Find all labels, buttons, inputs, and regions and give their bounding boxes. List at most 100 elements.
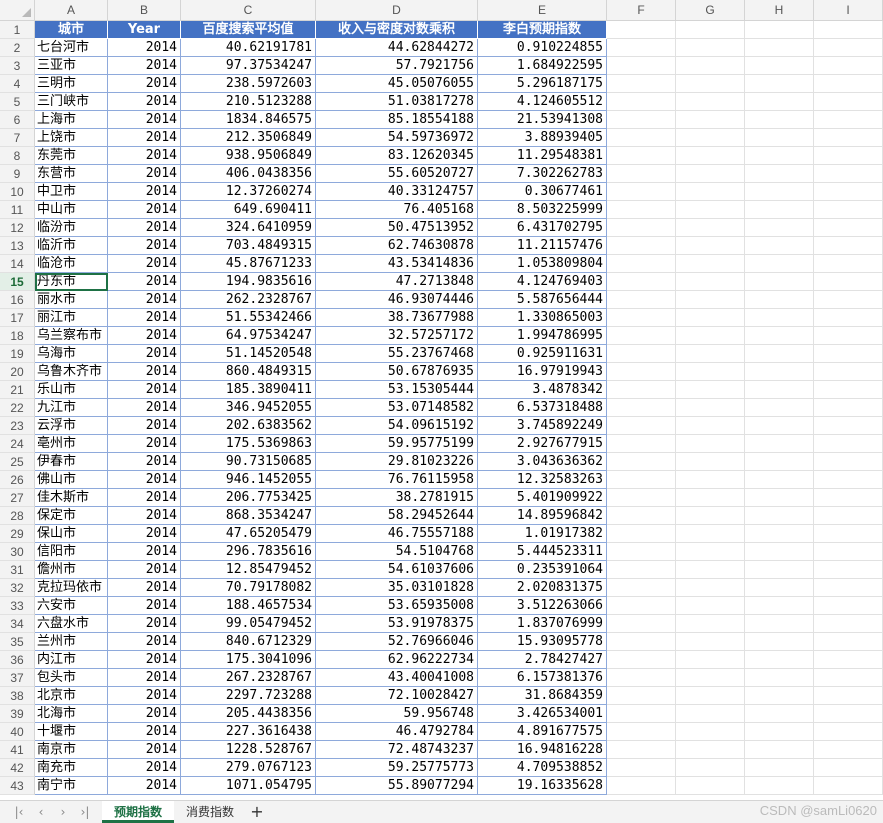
empty-cell[interactable] <box>814 489 883 507</box>
empty-cell[interactable] <box>607 561 676 579</box>
table-cell[interactable]: 185.3890411 <box>181 381 316 399</box>
table-cell[interactable]: 938.9506849 <box>181 147 316 165</box>
empty-cell[interactable] <box>745 705 814 723</box>
empty-cell[interactable] <box>745 561 814 579</box>
table-cell[interactable]: 2014 <box>108 489 181 507</box>
table-cell[interactable]: 175.5369863 <box>181 435 316 453</box>
empty-cell[interactable] <box>607 201 676 219</box>
table-cell[interactable]: 2014 <box>108 93 181 111</box>
empty-cell[interactable] <box>745 57 814 75</box>
table-cell[interactable]: 2014 <box>108 471 181 489</box>
table-cell[interactable]: 51.14520548 <box>181 345 316 363</box>
table-cell[interactable]: 15.93095778 <box>478 633 607 651</box>
table-cell[interactable]: 2014 <box>108 237 181 255</box>
column-header-f[interactable]: F <box>607 0 676 21</box>
empty-cell[interactable] <box>676 57 745 75</box>
empty-cell[interactable] <box>676 183 745 201</box>
empty-cell[interactable] <box>676 651 745 669</box>
table-cell[interactable]: 2014 <box>108 381 181 399</box>
table-cell[interactable]: 1.684922595 <box>478 57 607 75</box>
empty-cell[interactable] <box>607 345 676 363</box>
empty-cell[interactable] <box>676 759 745 777</box>
table-cell[interactable]: 46.75557188 <box>316 525 478 543</box>
empty-cell[interactable] <box>745 93 814 111</box>
empty-cell[interactable] <box>676 201 745 219</box>
empty-cell[interactable] <box>676 615 745 633</box>
empty-cell[interactable] <box>745 633 814 651</box>
row-number[interactable]: 18 <box>0 327 35 345</box>
empty-cell[interactable] <box>814 777 883 795</box>
table-cell[interactable]: 佳木斯市 <box>35 489 108 507</box>
empty-cell[interactable] <box>607 381 676 399</box>
table-cell[interactable]: 72.10028427 <box>316 687 478 705</box>
table-cell[interactable]: 东营市 <box>35 165 108 183</box>
table-cell[interactable]: 205.4438356 <box>181 705 316 723</box>
column-header-b[interactable]: B <box>108 0 181 21</box>
table-cell[interactable]: 云浮市 <box>35 417 108 435</box>
empty-cell[interactable] <box>745 363 814 381</box>
table-cell[interactable]: 83.12620345 <box>316 147 478 165</box>
empty-cell[interactable] <box>607 57 676 75</box>
table-cell[interactable]: 2014 <box>108 525 181 543</box>
empty-cell[interactable] <box>607 687 676 705</box>
table-cell[interactable]: 丹东市 <box>35 273 108 291</box>
empty-cell[interactable] <box>814 219 883 237</box>
table-cell[interactable]: 北海市 <box>35 705 108 723</box>
table-cell[interactable]: 亳州市 <box>35 435 108 453</box>
empty-cell[interactable] <box>676 417 745 435</box>
table-cell[interactable]: 53.65935008 <box>316 597 478 615</box>
empty-cell[interactable] <box>607 39 676 57</box>
table-cell[interactable]: 乌海市 <box>35 345 108 363</box>
row-number[interactable]: 42 <box>0 759 35 777</box>
empty-cell[interactable] <box>676 543 745 561</box>
empty-cell[interactable] <box>814 255 883 273</box>
spreadsheet-grid[interactable]: A B C D E F G H I 1 城市 Year 百度搜索平均值 收入与密度对数乘积 李白预期指数 2 七… <box>0 0 883 800</box>
table-cell[interactable]: 4.891677575 <box>478 723 607 741</box>
empty-cell[interactable] <box>607 291 676 309</box>
table-cell[interactable]: 2014 <box>108 399 181 417</box>
empty-cell[interactable] <box>814 147 883 165</box>
table-cell[interactable]: 868.3534247 <box>181 507 316 525</box>
table-cell[interactable]: 2.78427427 <box>478 651 607 669</box>
empty-cell[interactable] <box>745 759 814 777</box>
table-cell[interactable]: 中山市 <box>35 201 108 219</box>
empty-cell[interactable] <box>814 183 883 201</box>
table-cell[interactable]: 5.401909922 <box>478 489 607 507</box>
empty-cell[interactable] <box>607 399 676 417</box>
empty-cell[interactable] <box>814 57 883 75</box>
table-cell[interactable]: 40.33124757 <box>316 183 478 201</box>
empty-cell[interactable] <box>745 615 814 633</box>
empty-cell[interactable] <box>814 651 883 669</box>
table-cell[interactable]: 62.96222734 <box>316 651 478 669</box>
row-number[interactable]: 41 <box>0 741 35 759</box>
row-number[interactable]: 20 <box>0 363 35 381</box>
row-number[interactable]: 38 <box>0 687 35 705</box>
row-number[interactable]: 37 <box>0 669 35 687</box>
table-cell[interactable]: 7.302262783 <box>478 165 607 183</box>
row-number[interactable]: 26 <box>0 471 35 489</box>
table-cell[interactable]: 72.48743237 <box>316 741 478 759</box>
table-cell[interactable]: 54.59736972 <box>316 129 478 147</box>
table-cell[interactable]: 90.73150685 <box>181 453 316 471</box>
table-header-cell[interactable]: 收入与密度对数乘积 <box>316 21 478 39</box>
table-cell[interactable]: 南宁市 <box>35 777 108 795</box>
table-cell[interactable]: 2014 <box>108 291 181 309</box>
table-cell[interactable]: 50.67876935 <box>316 363 478 381</box>
row-number[interactable]: 14 <box>0 255 35 273</box>
empty-cell[interactable] <box>745 327 814 345</box>
empty-cell[interactable] <box>607 93 676 111</box>
empty-cell[interactable] <box>607 489 676 507</box>
table-cell[interactable]: 76.76115958 <box>316 471 478 489</box>
empty-cell[interactable] <box>745 75 814 93</box>
table-cell[interactable]: 2014 <box>108 111 181 129</box>
table-cell[interactable]: 188.4657534 <box>181 597 316 615</box>
table-cell[interactable]: 51.03817278 <box>316 93 478 111</box>
table-cell[interactable]: 2014 <box>108 165 181 183</box>
empty-cell[interactable] <box>676 111 745 129</box>
table-cell[interactable]: 2014 <box>108 615 181 633</box>
table-cell[interactable]: 三门峡市 <box>35 93 108 111</box>
table-cell[interactable]: 53.15305444 <box>316 381 478 399</box>
empty-cell[interactable] <box>814 129 883 147</box>
table-cell[interactable]: 16.97919943 <box>478 363 607 381</box>
table-cell[interactable]: 50.47513952 <box>316 219 478 237</box>
